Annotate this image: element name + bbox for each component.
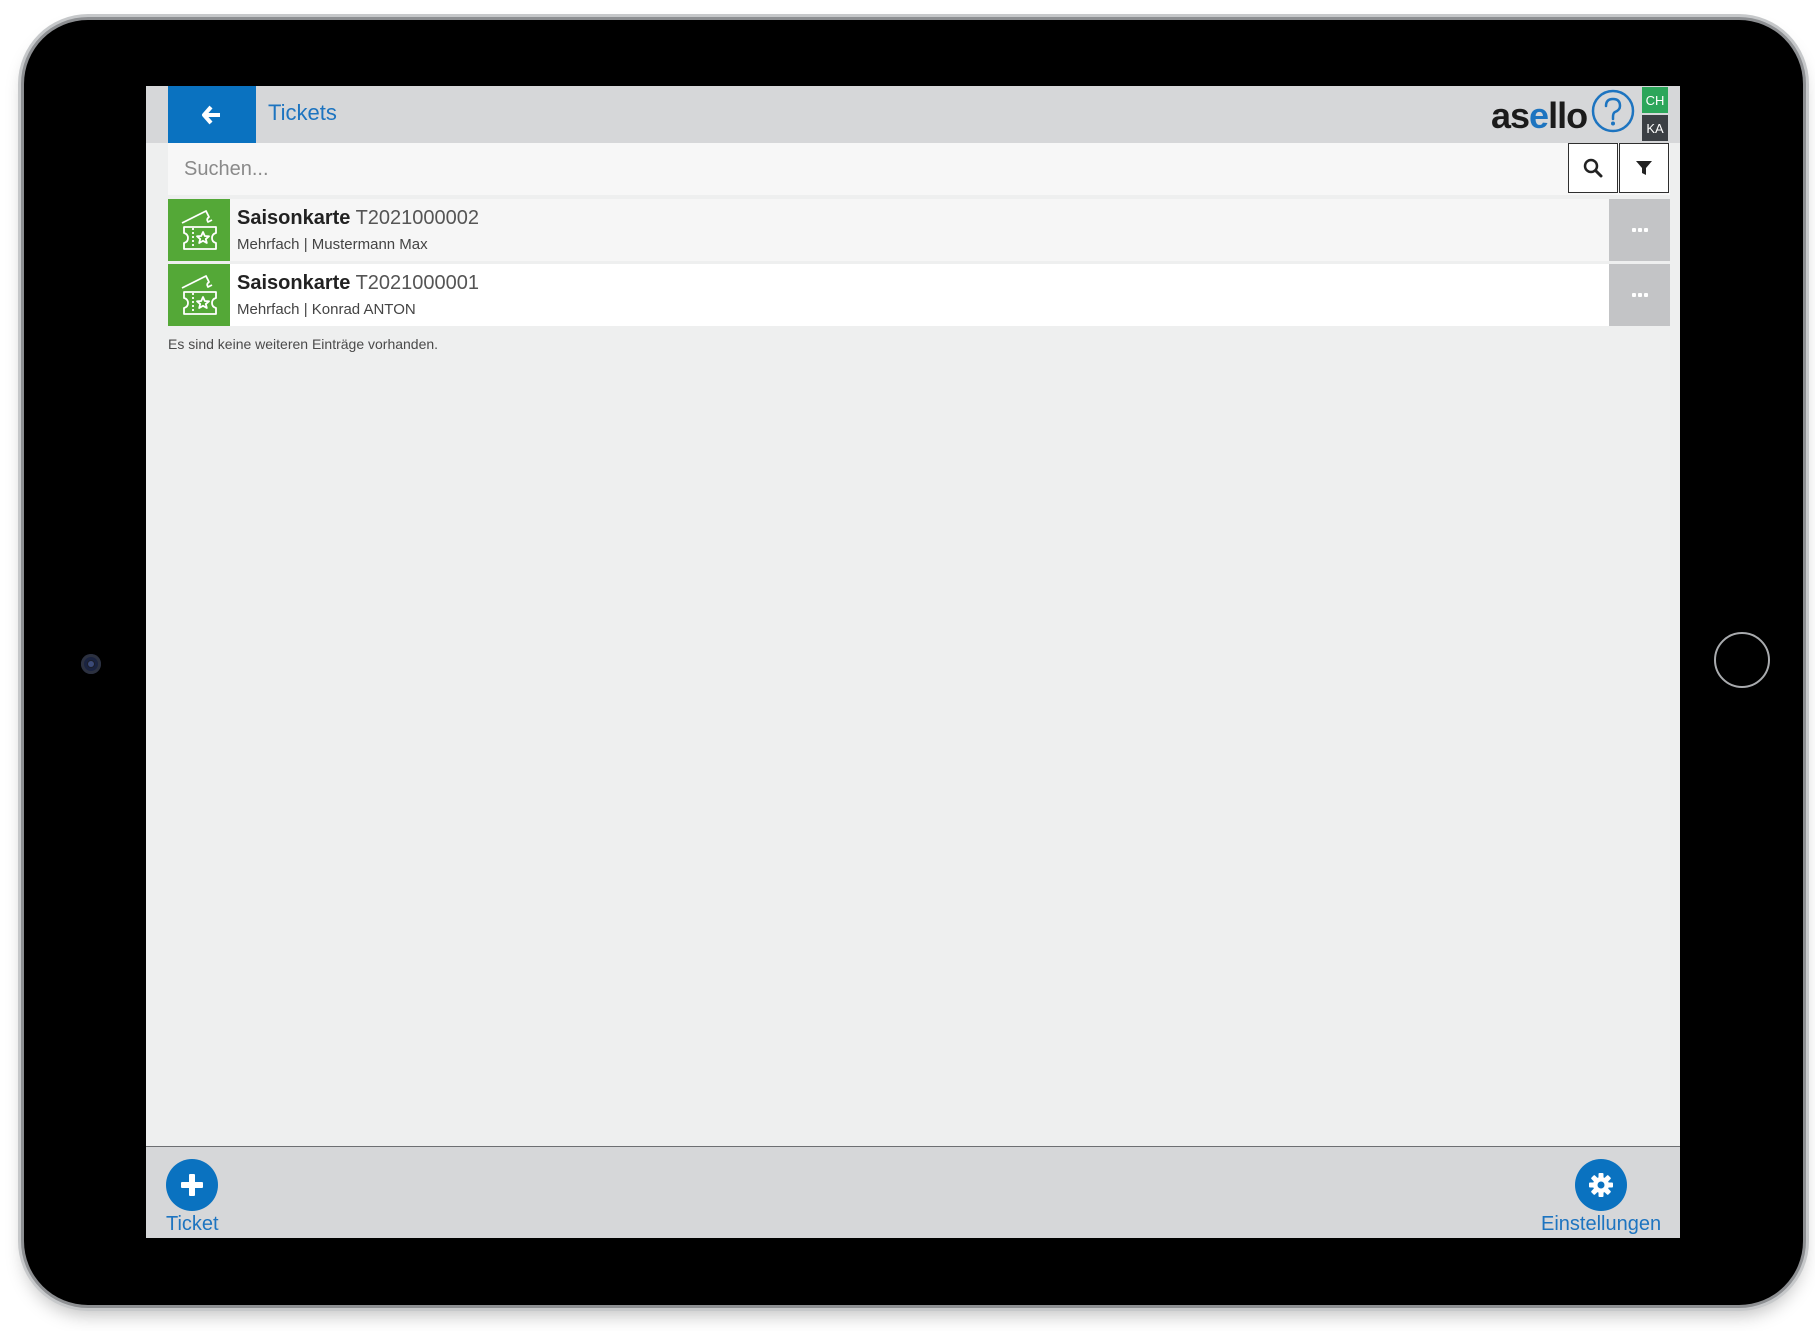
add-ticket-button[interactable]: Ticket xyxy=(166,1159,219,1236)
search-button[interactable] xyxy=(1568,143,1618,193)
settings-button[interactable]: Einstellungen xyxy=(1541,1159,1661,1236)
settings-label: Einstellungen xyxy=(1541,1213,1662,1235)
app-screen: Tickets asello CH KA Suchen... Saisonkar… xyxy=(146,86,1680,1238)
ticket-row[interactable]: Saisonkarte T2021000001 Mehrfach | Konra… xyxy=(168,264,1670,326)
asello-logo: asello xyxy=(1491,95,1588,136)
help-button[interactable] xyxy=(1591,89,1635,133)
ticket-title: Saisonkarte T2021000002 xyxy=(237,207,479,230)
funnel-icon xyxy=(1636,161,1652,175)
ticket-subtitle: Mehrfach | Konrad ANTON xyxy=(237,301,416,318)
magnifier-icon xyxy=(1583,158,1603,178)
search-bar xyxy=(168,143,1670,195)
ticket-holder: Konrad ANTON xyxy=(311,301,416,318)
more-options-button[interactable] xyxy=(1609,264,1670,326)
ticket-mode: Mehrfach xyxy=(237,301,300,318)
ticket-type: Saisonkarte xyxy=(237,272,351,294)
question-circle-icon xyxy=(1591,89,1635,133)
ticket-holder: Mustermann Max xyxy=(311,236,428,253)
plus-icon xyxy=(181,1174,204,1196)
filter-button[interactable] xyxy=(1619,143,1669,193)
top-bar: Tickets asello CH KA xyxy=(146,86,1680,143)
ticket-mode: Mehrfach xyxy=(237,236,300,253)
arrow-left-icon xyxy=(202,105,220,124)
empty-list-note: Es sind keine weiteren Einträge vorhande… xyxy=(168,336,439,352)
add-circle xyxy=(166,1159,219,1211)
ticket-star-icon xyxy=(168,264,230,326)
ticket-list: Saisonkarte T2021000002 Mehrfach | Muste… xyxy=(168,199,1670,329)
badge-country[interactable]: CH xyxy=(1642,87,1668,113)
more-options-button[interactable] xyxy=(1609,199,1670,261)
separator: | xyxy=(299,236,312,253)
ticket-type: Saisonkarte xyxy=(237,207,351,229)
ticket-row[interactable]: Saisonkarte T2021000002 Mehrfach | Muste… xyxy=(168,199,1670,261)
separator: | xyxy=(299,301,312,318)
bottom-bar: Ticket Einstellungen xyxy=(146,1146,1680,1238)
home-button[interactable] xyxy=(1714,632,1770,688)
camera-lens xyxy=(81,654,101,674)
settings-circle xyxy=(1575,1159,1628,1211)
ticket-number: T2021000001 xyxy=(355,272,480,294)
back-button[interactable] xyxy=(168,86,256,143)
search-input[interactable] xyxy=(168,143,1568,195)
gear-icon xyxy=(1589,1173,1614,1197)
ticket-subtitle: Mehrfach | Mustermann Max xyxy=(237,236,428,253)
ticket-star-icon xyxy=(168,199,230,261)
page-title: Tickets xyxy=(268,100,337,125)
badge-user[interactable]: KA xyxy=(1642,115,1668,141)
add-ticket-label: Ticket xyxy=(166,1213,219,1235)
ticket-number: T2021000002 xyxy=(355,207,480,229)
ticket-title: Saisonkarte T2021000001 xyxy=(237,272,479,295)
